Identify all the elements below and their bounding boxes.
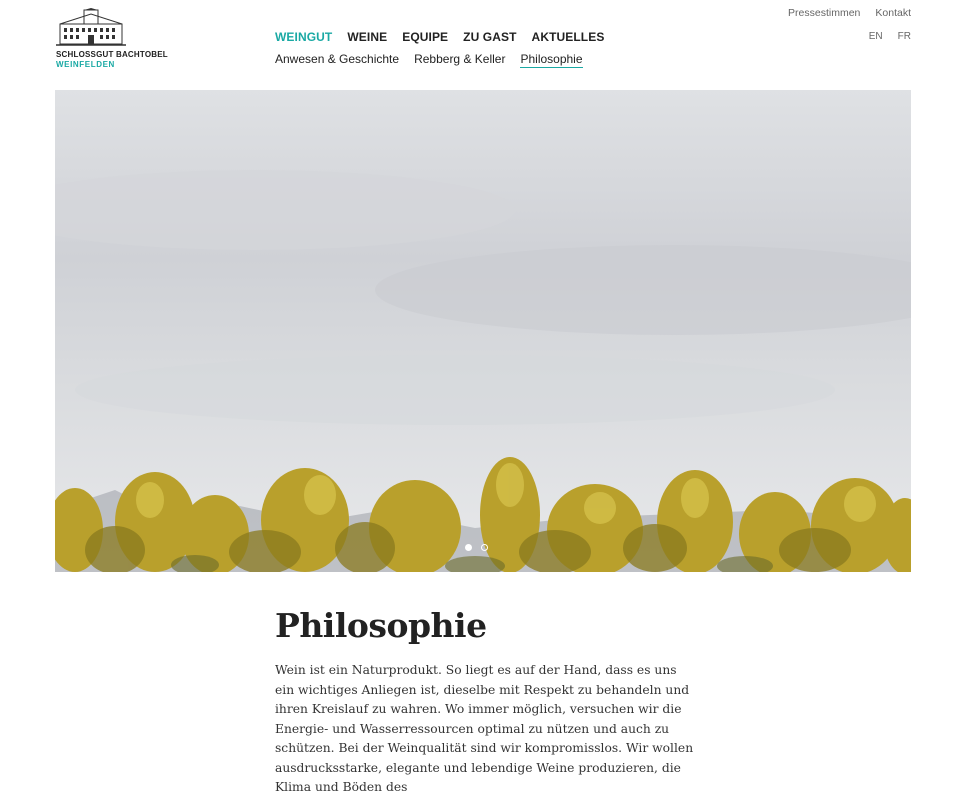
utility-nav: Pressestimmen Kontakt	[788, 7, 911, 19]
link-kontakt[interactable]: Kontakt	[875, 7, 911, 19]
slide-dot-1[interactable]	[465, 544, 472, 551]
subnav-rebberg-keller[interactable]: Rebberg & Keller	[414, 52, 505, 68]
main-content: Philosophie Wein ist ein Naturprodukt. S…	[275, 606, 695, 810]
nav-equipe[interactable]: EQUIPE	[402, 30, 448, 44]
vineyard-image	[55, 90, 911, 572]
brand-location: WEINFELDEN	[56, 60, 115, 69]
nav-zu-gast[interactable]: ZU GAST	[463, 30, 516, 44]
page-title: Philosophie	[275, 606, 487, 645]
sub-nav: Anwesen & Geschichte Rebberg & Keller Ph…	[275, 52, 583, 68]
logo[interactable]: SCHLOSSGUT BACHTOBEL WEINFELDEN	[56, 8, 176, 69]
main-nav: WEINGUT WEINE EQUIPE ZU GAST AKTUELLES	[275, 30, 604, 44]
lang-en[interactable]: EN	[869, 31, 883, 42]
nav-weine[interactable]: WEINE	[347, 30, 387, 44]
nav-weingut[interactable]: WEINGUT	[275, 30, 332, 44]
intro-paragraph: Wein ist ein Naturprodukt. So liegt es a…	[275, 663, 694, 794]
hero-slideshow[interactable]	[55, 90, 911, 572]
slide-dot-2[interactable]	[481, 544, 488, 551]
nav-aktuelles[interactable]: AKTUELLES	[532, 30, 605, 44]
lang-fr[interactable]: FR	[898, 31, 911, 42]
castle-icon	[56, 8, 126, 46]
slide-indicators	[465, 544, 488, 551]
brand-name: SCHLOSSGUT BACHTOBEL	[56, 50, 168, 59]
link-pressestimmen[interactable]: Pressestimmen	[788, 7, 860, 19]
language-switcher: EN FR	[869, 31, 911, 42]
subnav-philosophie[interactable]: Philosophie	[520, 52, 583, 68]
subnav-anwesen-geschichte[interactable]: Anwesen & Geschichte	[275, 52, 399, 68]
